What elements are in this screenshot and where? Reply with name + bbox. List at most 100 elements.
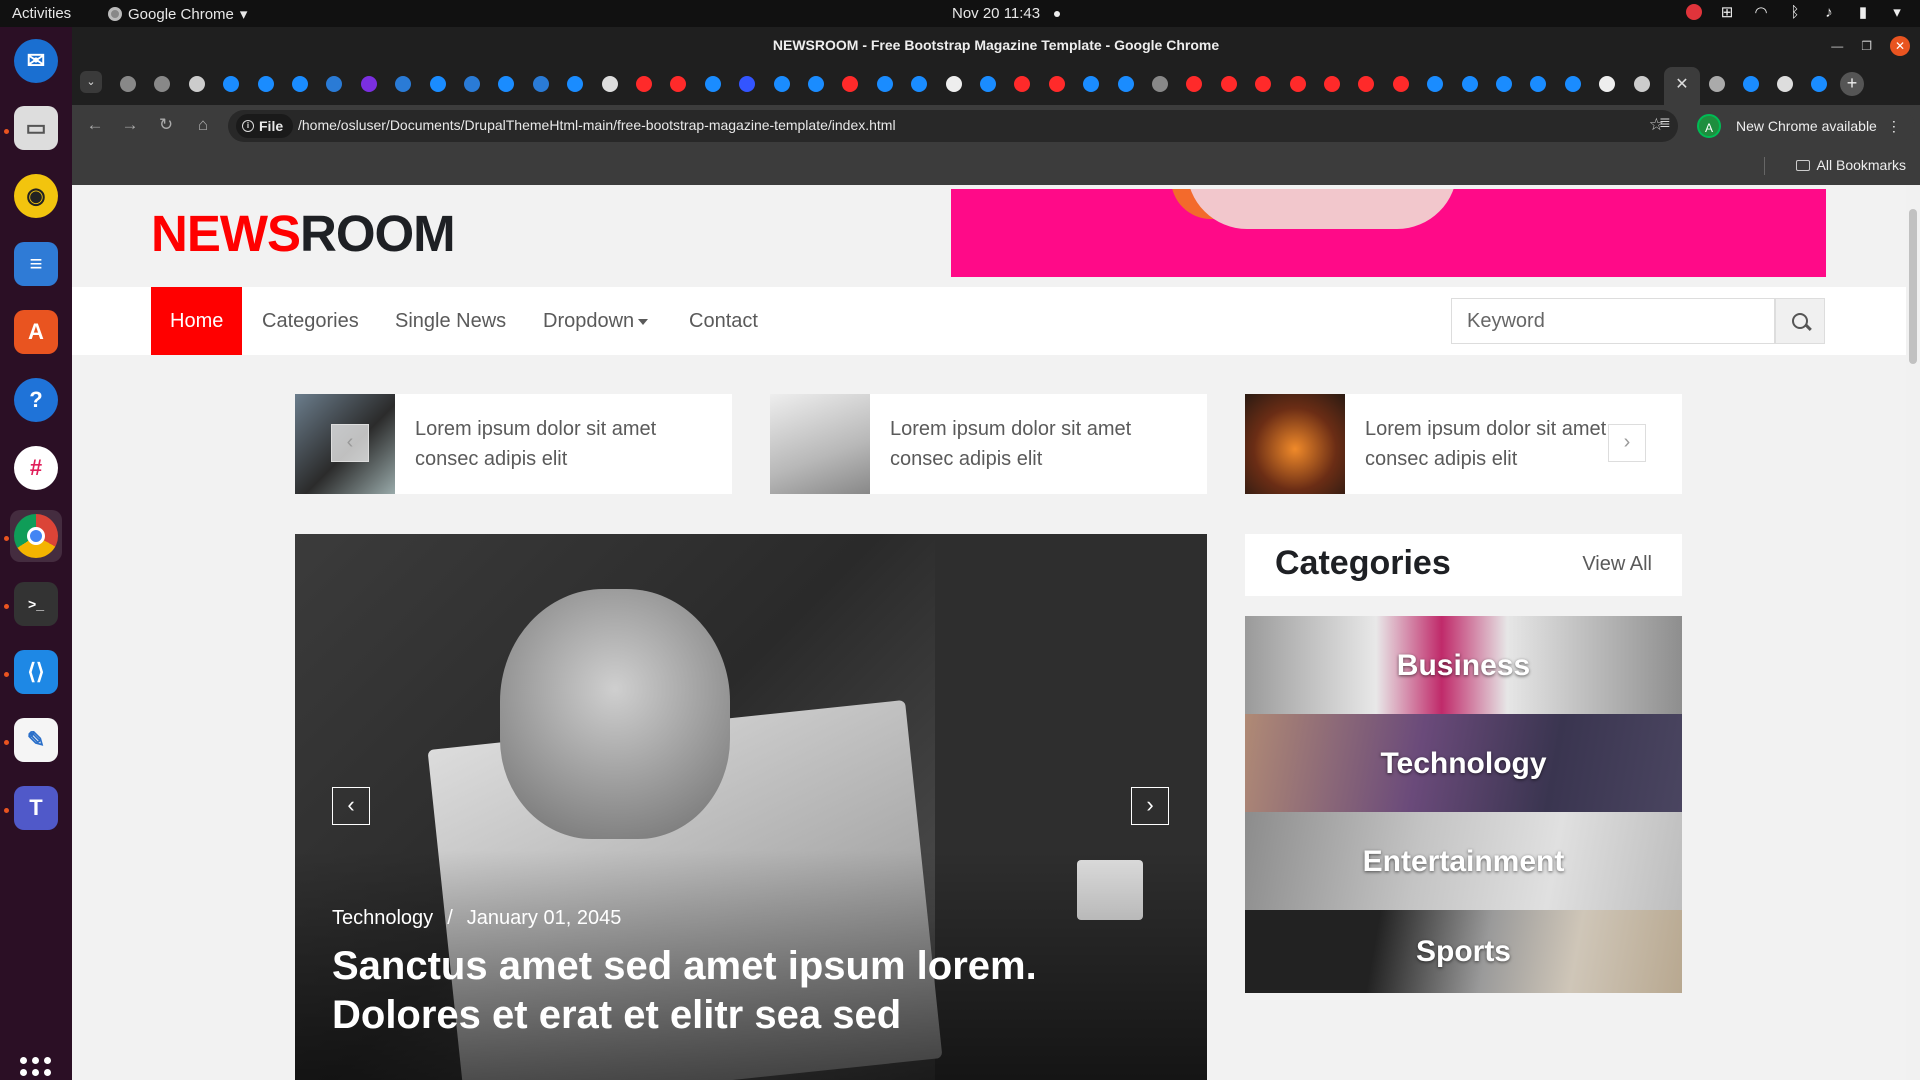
tab-favicon[interactable] <box>1743 76 1759 92</box>
tab-favicon[interactable] <box>636 76 652 92</box>
ticker-card[interactable]: Lorem ipsum dolor sit amet consec adipis… <box>1245 394 1682 494</box>
hero-next-button[interactable]: › <box>1131 787 1169 825</box>
tab-favicon[interactable] <box>1289 76 1306 92</box>
tab-favicon[interactable] <box>188 76 205 92</box>
tab-favicon[interactable] <box>1186 76 1203 92</box>
ticker-card[interactable]: Lorem ipsum dolor sit amet consec adipis… <box>770 394 1207 494</box>
tab-favicon[interactable] <box>1220 76 1237 92</box>
tab-search-icon[interactable]: ⌄ <box>80 71 102 93</box>
all-bookmarks-button[interactable]: All Bookmarks <box>1795 157 1906 173</box>
tab-favicon[interactable] <box>498 76 515 92</box>
tab-favicon[interactable] <box>980 76 996 92</box>
wifi-icon[interactable]: ◠ <box>1752 3 1770 21</box>
dock-files[interactable]: ▭ <box>10 102 62 154</box>
ad-banner-image[interactable] <box>951 189 1826 277</box>
tab-favicon[interactable] <box>257 76 274 92</box>
nav-single-news[interactable]: Single News <box>395 287 506 355</box>
ticker-card[interactable]: Lorem ipsum dolor sit amet consec adipis… <box>295 394 732 494</box>
teams-tray-icon[interactable]: ⊞ <box>1718 3 1736 21</box>
tab-favicon[interactable] <box>1117 76 1134 92</box>
dock-writer[interactable]: ≡ <box>10 238 62 290</box>
maximize-icon[interactable]: ❐ <box>1861 39 1872 53</box>
tab-favicon[interactable] <box>1083 76 1100 92</box>
category-tile-technology[interactable]: Technology <box>1245 714 1682 814</box>
dock-slack[interactable]: # <box>10 442 62 494</box>
tab-favicon[interactable] <box>429 76 446 92</box>
tab-favicon[interactable] <box>1496 76 1512 92</box>
tab-favicon[interactable] <box>876 76 893 92</box>
nav-categories[interactable]: Categories <box>262 287 359 355</box>
dock-software[interactable]: A <box>10 306 62 358</box>
page-scrollbar[interactable] <box>1906 185 1920 1080</box>
update-chrome-button[interactable]: New Chrome available ⋮ <box>1722 111 1915 141</box>
tab-favicon[interactable] <box>1358 76 1375 92</box>
tab-favicon[interactable] <box>1633 76 1650 92</box>
tab-favicon[interactable] <box>1811 76 1827 92</box>
hero-carousel[interactable]: ‹ › Technology / January 01, 2045 Sanctus … <box>295 534 1207 1080</box>
tab-favicon[interactable] <box>1461 76 1478 92</box>
site-logo[interactable]: NEWSROOM <box>151 204 456 263</box>
address-bar[interactable]: i File /home/osluser/Documents/DrupalThe… <box>228 110 1678 142</box>
dock-rhythmbox[interactable]: ◉ <box>10 170 62 222</box>
category-tile-business[interactable]: Business <box>1245 616 1682 716</box>
ticker-next-button[interactable]: › <box>1608 424 1646 462</box>
url-text[interactable]: /home/osluser/Documents/DrupalThemeHtml-… <box>298 117 896 133</box>
battery-icon[interactable]: ▮ <box>1854 3 1872 21</box>
forward-icon[interactable]: → <box>119 115 141 135</box>
reading-list-icon[interactable]: ≣ <box>1659 114 1671 131</box>
hero-title[interactable]: Sanctus amet sed amet ipsum lorem. Dolor… <box>332 942 1172 1040</box>
tab-favicon[interactable] <box>1255 76 1272 92</box>
tab-favicon[interactable] <box>1709 76 1725 92</box>
tab-favicon[interactable] <box>945 76 962 92</box>
active-tab-close-icon[interactable]: ✕ <box>1664 67 1700 105</box>
dock-vscode[interactable]: ⟨⟩ <box>10 646 62 698</box>
view-all-link[interactable]: View All <box>1582 553 1652 576</box>
search-input[interactable]: Keyword <box>1451 298 1775 344</box>
tab-favicon[interactable] <box>120 76 136 92</box>
profile-avatar[interactable]: A <box>1697 114 1721 138</box>
app-menu[interactable]: Google Chrome ▾ <box>108 5 247 23</box>
hero-category[interactable]: Technology <box>332 907 433 929</box>
tab-favicon[interactable] <box>360 76 377 92</box>
tab-favicon[interactable] <box>601 76 618 92</box>
tab-favicon[interactable] <box>808 76 824 92</box>
back-icon[interactable]: ← <box>84 115 106 135</box>
bluetooth-icon[interactable]: ᛒ <box>1786 4 1804 21</box>
tab-favicon[interactable] <box>532 76 549 92</box>
tab-favicon[interactable] <box>704 76 721 92</box>
tab-favicon[interactable] <box>464 76 480 92</box>
close-icon[interactable]: ✕ <box>1890 36 1910 56</box>
minimize-icon[interactable]: — <box>1831 39 1843 53</box>
tab-favicon[interactable] <box>223 76 240 92</box>
search-button[interactable] <box>1775 298 1825 344</box>
tab-favicon[interactable] <box>842 76 859 92</box>
system-tray[interactable]: ⊞ ◠ ᛒ ♪ ▮ ▾ <box>1686 3 1906 21</box>
dock-text-editor[interactable]: ✎ <box>10 714 62 766</box>
tab-favicon[interactable] <box>292 76 308 92</box>
tab-favicon[interactable] <box>1530 76 1547 92</box>
tab-favicon[interactable] <box>1599 76 1616 92</box>
dock-help[interactable]: ? <box>10 374 62 426</box>
tab-favicon[interactable] <box>739 76 756 92</box>
do-not-disturb-icon[interactable] <box>1686 4 1702 20</box>
tab-favicon[interactable] <box>1014 76 1031 92</box>
category-tile-entertainment[interactable]: Entertainment <box>1245 812 1682 912</box>
tab-favicon[interactable] <box>911 76 928 92</box>
power-menu-icon[interactable]: ▾ <box>1888 3 1906 21</box>
dock-thunderbird[interactable]: ✉ <box>10 35 62 87</box>
tab-favicon[interactable] <box>567 76 584 92</box>
tab-favicon[interactable] <box>395 76 412 92</box>
tab-favicon[interactable] <box>1152 76 1168 92</box>
tab-favicon[interactable] <box>326 76 343 92</box>
dock-terminal[interactable]: >_ <box>10 578 62 630</box>
show-apps-icon[interactable] <box>20 1057 51 1080</box>
dock-teams[interactable]: T <box>10 782 62 834</box>
activities-button[interactable]: Activities <box>12 5 71 22</box>
nav-home[interactable]: Home <box>151 287 243 355</box>
tab-favicon[interactable] <box>1392 76 1409 92</box>
dock-chrome[interactable] <box>10 510 62 562</box>
clock[interactable]: Nov 20 11:43 <box>952 5 1040 22</box>
tab-favicon[interactable] <box>1564 76 1581 92</box>
new-tab-button[interactable]: + <box>1840 72 1864 96</box>
nav-dropdown[interactable]: Dropdown <box>543 287 649 355</box>
